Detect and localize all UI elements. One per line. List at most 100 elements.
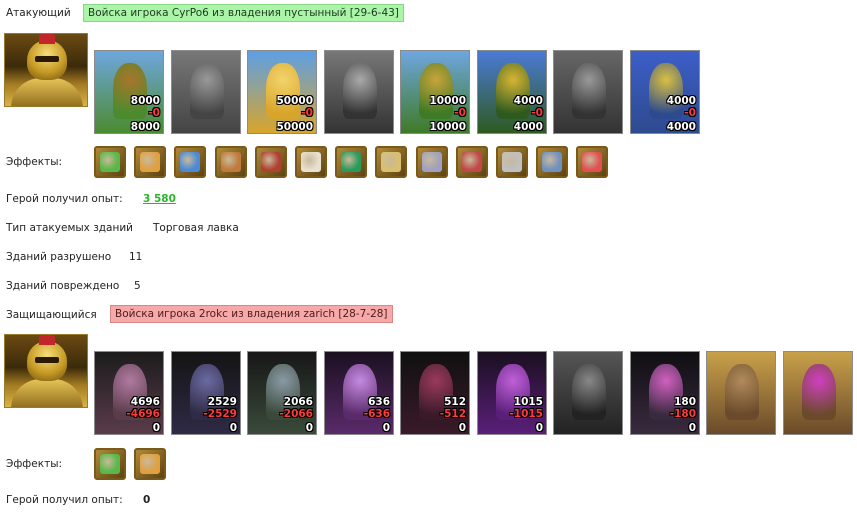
defender-unit-loss: -2529: [203, 408, 237, 420]
attacker-unit-remaining: 50000: [276, 121, 313, 133]
attacker-unit-count: 4000: [513, 95, 543, 107]
attacker-effect-gears-icon[interactable]: [215, 146, 247, 178]
damaged-label: Зданий повреждено: [6, 280, 120, 292]
scroll-hand-icon: [381, 152, 401, 172]
defender-unit-lizard-knight[interactable]: 2066 -2066 0: [247, 351, 317, 435]
attacker-effect-shield-icon[interactable]: [335, 146, 367, 178]
hand-shield-icon: [180, 152, 200, 172]
defender-unit-loss: -4696: [126, 408, 160, 420]
defender-unit-crystal-orb-machine[interactable]: [783, 351, 853, 435]
attacker-unit-figure: [572, 63, 606, 119]
attacker-unit-remaining: 8000: [130, 121, 160, 133]
attacker-effect-sword-icon[interactable]: [94, 146, 126, 178]
defender-unit-remaining: 0: [229, 422, 237, 434]
attacker-effect-chest-icon[interactable]: [255, 146, 287, 178]
defender-unit-remaining: 0: [535, 422, 543, 434]
defender-unit-loss: -180: [669, 408, 696, 420]
attacker-effect-handshake-icon[interactable]: [134, 146, 166, 178]
attacker-hero-portrait[interactable]: [4, 33, 88, 107]
attacker-unit-count: 10000: [429, 95, 466, 107]
attacker-unit-armored-warrior[interactable]: [553, 50, 623, 134]
attacker-unit-figure: [190, 63, 224, 119]
attacker-effect-cage-icon[interactable]: [536, 146, 568, 178]
attacker-unit-figure: [496, 63, 530, 119]
attacker-unit-crossbowman[interactable]: 10000 -0 10000: [400, 50, 470, 134]
defender-unit-loss: -1015: [509, 408, 543, 420]
attacker-effect-heart-icon[interactable]: [576, 146, 608, 178]
defender-unit-purple-brute[interactable]: 4696 -4696 0: [94, 351, 164, 435]
defender-unit-remaining: 0: [458, 422, 466, 434]
defender-unit-sorceress[interactable]: 1015 -1015 0: [477, 351, 547, 435]
attacker-unit-count: 4000: [666, 95, 696, 107]
defender-effects-label: Эффекты:: [6, 458, 63, 470]
attacker-effect-scroll-hand-icon[interactable]: [375, 146, 407, 178]
attacker-effect-dice-icon[interactable]: [295, 146, 327, 178]
dice-icon: [301, 152, 321, 172]
defender-effect-handshake-icon[interactable]: [134, 448, 166, 480]
attacker-unit-crossbow-cavalry[interactable]: 8000 -0 8000: [94, 50, 164, 134]
defender-hero-portrait[interactable]: [4, 334, 88, 408]
helmet-icon: [462, 152, 482, 172]
attacker-effect-web-icon[interactable]: [416, 146, 448, 178]
defender-effect-sword-icon[interactable]: [94, 448, 126, 480]
defender-unit-dark-archer[interactable]: 512 -512 0: [400, 351, 470, 435]
attacker-unit-count: 50000: [276, 95, 313, 107]
defender-banner: Войска игрока 2rokc из владения zarich […: [110, 305, 393, 323]
defender-unit-figure: [725, 364, 759, 420]
defender-unit-loss: -636: [363, 408, 390, 420]
attacker-unit-remaining: 4000: [513, 121, 543, 133]
destroyed-value: 11: [129, 251, 143, 263]
defender-exp-value: 0: [143, 494, 151, 506]
defender-unit-shadow-warrior[interactable]: [553, 351, 623, 435]
defender-unit-count: 2529: [207, 396, 237, 408]
defender-unit-harpy[interactable]: 636 -636 0: [324, 351, 394, 435]
defender-unit-remaining: 0: [382, 422, 390, 434]
attacker-unit-stone-golem[interactable]: [171, 50, 241, 134]
handshake-icon: [140, 152, 160, 172]
defender-unit-war-beast[interactable]: [706, 351, 776, 435]
blade-icon: [502, 152, 522, 172]
defender-unit-figure: [572, 364, 606, 420]
attacker-unit-remaining: 4000: [666, 121, 696, 133]
attacker-unit-archmage[interactable]: 4000 -0 4000: [630, 50, 700, 134]
chest-icon: [261, 152, 281, 172]
damaged-value: 5: [134, 280, 141, 292]
defender-unit-spider-demon[interactable]: 180 -180 0: [630, 351, 700, 435]
attacker-effect-hand-shield-icon[interactable]: [174, 146, 206, 178]
defender-unit-remaining: 0: [688, 422, 696, 434]
attacker-label: Атакующий: [6, 7, 71, 19]
attacker-unit-pegasus-rider[interactable]: [324, 50, 394, 134]
target-type-value: Торговая лавка: [153, 222, 239, 234]
attacker-unit-figure: [266, 63, 300, 119]
attacker-unit-figure: [649, 63, 683, 119]
shield-icon: [341, 152, 361, 172]
attacker-unit-figure: [419, 63, 453, 119]
defender-unit-count: 4696: [130, 396, 160, 408]
defender-unit-remaining: 0: [152, 422, 160, 434]
defender-unit-dark-assassin[interactable]: 2529 -2529 0: [171, 351, 241, 435]
heart-icon: [582, 152, 602, 172]
defender-unit-count: 512: [444, 396, 466, 408]
attacker-effect-helmet-icon[interactable]: [456, 146, 488, 178]
defender-unit-count: 180: [674, 396, 696, 408]
attacker-exp-label: Герой получил опыт:: [6, 193, 123, 205]
attacker-unit-loss: -0: [148, 107, 160, 119]
attacker-unit-loss: -0: [684, 107, 696, 119]
attacker-effects-label: Эффекты:: [6, 156, 63, 168]
attacker-unit-golden-cavalry[interactable]: 50000 -0 50000: [247, 50, 317, 134]
defender-label: Защищающийся: [6, 309, 97, 321]
sword-icon: [100, 152, 120, 172]
gears-icon: [221, 152, 241, 172]
target-type-label: Тип атакуемых зданий: [6, 222, 133, 234]
defender-unit-loss: -512: [439, 408, 466, 420]
attacker-unit-loss: -0: [454, 107, 466, 119]
attacker-exp-value[interactable]: 3 580: [143, 193, 176, 205]
attacker-effect-blade-icon[interactable]: [496, 146, 528, 178]
destroyed-label: Зданий разрушено: [6, 251, 112, 263]
attacker-unit-hooded-mage[interactable]: 4000 -0 4000: [477, 50, 547, 134]
attacker-unit-figure: [113, 63, 147, 119]
defender-unit-count: 636: [368, 396, 390, 408]
attacker-unit-loss: -0: [301, 107, 313, 119]
defender-unit-loss: -2066: [279, 408, 313, 420]
handshake-icon: [140, 454, 160, 474]
